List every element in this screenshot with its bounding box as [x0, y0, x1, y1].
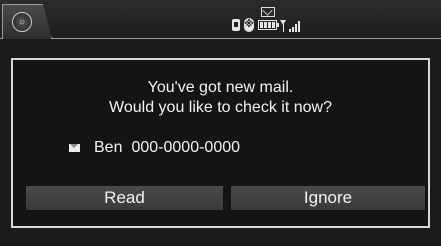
home-circle-icon[interactable]: ○: [12, 12, 32, 32]
sender-row: Ben 000-0000-0000: [69, 138, 240, 158]
envelope-icon: [69, 144, 80, 152]
sender-name: Ben: [94, 139, 123, 156]
bluetooth-icon: ※: [244, 18, 254, 32]
status-bar: ○ ※: [0, 0, 441, 39]
screen: ○ ※ You've got new mail. Would you like …: [0, 0, 441, 246]
signal-icon: [280, 18, 304, 32]
read-button[interactable]: Read: [26, 186, 223, 210]
dialog-message: You've got new mail. Would you like to c…: [13, 78, 428, 118]
mail-icon: [261, 7, 275, 17]
sender-number: 000-0000-0000: [131, 139, 241, 156]
phone-icon: [232, 19, 240, 31]
new-mail-dialog: You've got new mail. Would you like to c…: [11, 58, 430, 228]
dialog-message-line1: You've got new mail.: [147, 79, 294, 96]
ignore-button[interactable]: Ignore: [231, 186, 425, 210]
battery-icon: [258, 20, 279, 30]
dialog-message-line2: Would you like to check it now?: [109, 99, 332, 116]
